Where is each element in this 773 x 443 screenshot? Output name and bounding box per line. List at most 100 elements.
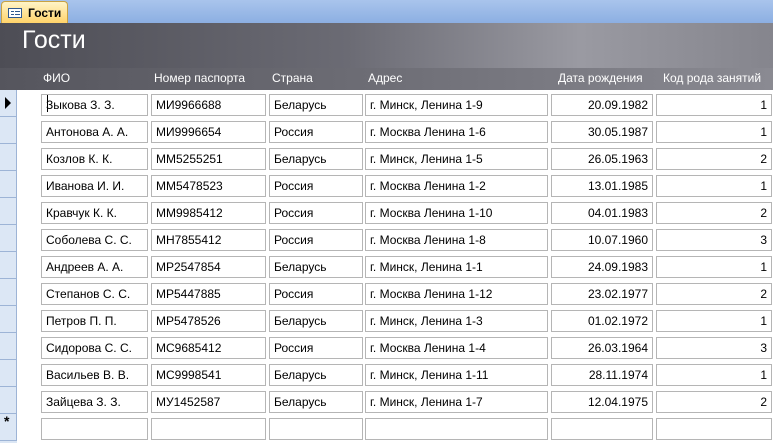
field-country[interactable]: Беларусь — [269, 391, 363, 413]
field-fio[interactable]: Соболева С. С. — [41, 229, 148, 251]
field-occupation[interactable]: 2 — [656, 148, 772, 170]
record-selector[interactable] — [0, 333, 17, 360]
field-birthdate[interactable]: 28.11.1974 — [551, 364, 653, 386]
field-address[interactable]: г. Москва Ленина 1-6 — [365, 121, 548, 143]
field-passport[interactable]: МР5447885 — [151, 283, 266, 305]
field-country[interactable]: Россия — [269, 121, 363, 143]
field-passport[interactable]: МР5478526 — [151, 310, 266, 332]
field-passport[interactable]: МИ9966688 — [151, 94, 266, 116]
field-address[interactable]: г. Минск, Ленина 1-9 — [365, 94, 548, 116]
field-fio[interactable] — [41, 418, 148, 440]
field-address[interactable]: г. Москва Ленина 1-10 — [365, 202, 548, 224]
form-icon — [8, 8, 22, 18]
field-address[interactable] — [365, 418, 548, 440]
column-header-birthdate: Дата рождения — [558, 71, 643, 85]
record-selector[interactable] — [0, 279, 17, 306]
field-fio[interactable]: Кравчук К. К. — [41, 202, 148, 224]
field-occupation[interactable]: 1 — [656, 121, 772, 143]
field-passport[interactable]: ММ9985412 — [151, 202, 266, 224]
field-birthdate[interactable]: 24.09.1983 — [551, 256, 653, 278]
current-record-arrow-icon — [5, 97, 11, 109]
field-country[interactable]: Россия — [269, 202, 363, 224]
field-address[interactable]: г. Москва Ленина 1-8 — [365, 229, 548, 251]
field-address[interactable]: г. Москва Ленина 1-2 — [365, 175, 548, 197]
field-occupation[interactable]: 1 — [656, 175, 772, 197]
record-selector[interactable] — [0, 144, 17, 171]
record-selector[interactable] — [0, 360, 17, 387]
field-birthdate[interactable]: 26.03.1964 — [551, 337, 653, 359]
new-record-selector[interactable]: * — [0, 414, 17, 441]
column-header-country: Страна — [272, 71, 313, 85]
field-occupation[interactable]: 3 — [656, 229, 772, 251]
field-country[interactable]: Беларусь — [269, 256, 363, 278]
field-occupation[interactable]: 2 — [656, 391, 772, 413]
field-birthdate[interactable]: 12.04.1975 — [551, 391, 653, 413]
record-selector[interactable] — [0, 225, 17, 252]
field-occupation[interactable]: 2 — [656, 202, 772, 224]
field-fio[interactable]: Андреев А. А. — [41, 256, 148, 278]
field-country[interactable] — [269, 418, 363, 440]
field-fio[interactable]: Зыкова З. З. — [41, 94, 148, 116]
record-selector[interactable] — [0, 306, 17, 333]
field-passport[interactable]: МС9998541 — [151, 364, 266, 386]
field-occupation[interactable]: 1 — [656, 364, 772, 386]
field-occupation[interactable]: 1 — [656, 256, 772, 278]
field-passport[interactable]: МН7855412 — [151, 229, 266, 251]
field-country[interactable]: Беларусь — [269, 364, 363, 386]
field-fio[interactable]: Петров П. П. — [41, 310, 148, 332]
column-header-passport: Номер паспорта — [154, 71, 246, 85]
record-selector[interactable] — [0, 90, 17, 117]
field-country[interactable]: Россия — [269, 283, 363, 305]
record-selector[interactable] — [0, 117, 17, 144]
field-passport[interactable]: ММ5255251 — [151, 148, 266, 170]
field-address[interactable]: г. Минск, Ленина 1-7 — [365, 391, 548, 413]
field-address[interactable]: г. Москва Ленина 1-12 — [365, 283, 548, 305]
field-passport[interactable]: МС9685412 — [151, 337, 266, 359]
field-passport[interactable] — [151, 418, 266, 440]
field-occupation[interactable]: 1 — [656, 94, 772, 116]
form-header: Гости — [0, 23, 773, 68]
field-birthdate[interactable]: 10.07.1960 — [551, 229, 653, 251]
field-passport[interactable]: ММ5478523 — [151, 175, 266, 197]
field-birthdate[interactable]: 23.02.1977 — [551, 283, 653, 305]
field-fio[interactable]: Зайцева З. З. — [41, 391, 148, 413]
record-selector[interactable] — [0, 252, 17, 279]
field-birthdate[interactable]: 01.02.1972 — [551, 310, 653, 332]
field-passport[interactable]: МУ1452587 — [151, 391, 266, 413]
field-birthdate[interactable]: 13.01.1985 — [551, 175, 653, 197]
field-occupation[interactable]: 1 — [656, 310, 772, 332]
field-occupation[interactable] — [656, 418, 772, 440]
field-country[interactable]: Беларусь — [269, 310, 363, 332]
field-birthdate[interactable]: 26.05.1963 — [551, 148, 653, 170]
field-passport[interactable]: МИ9996654 — [151, 121, 266, 143]
field-address[interactable]: г. Минск, Ленина 1-1 — [365, 256, 548, 278]
field-occupation[interactable]: 3 — [656, 337, 772, 359]
field-address[interactable]: г. Москва Ленина 1-4 — [365, 337, 548, 359]
field-birthdate[interactable]: 20.09.1982 — [551, 94, 653, 116]
column-headers: ФИО Номер паспорта Страна Адрес Дата рож… — [0, 68, 773, 90]
field-passport[interactable]: МР2547854 — [151, 256, 266, 278]
field-address[interactable]: г. Минск, Ленина 1-11 — [365, 364, 548, 386]
field-address[interactable]: г. Минск, Ленина 1-5 — [365, 148, 548, 170]
tab-guests[interactable]: Гости — [1, 1, 68, 23]
record-selector[interactable] — [0, 171, 17, 198]
field-fio[interactable]: Антонова А. А. — [41, 121, 148, 143]
field-country[interactable]: Россия — [269, 337, 363, 359]
record-selector[interactable] — [0, 198, 17, 225]
field-country[interactable]: Россия — [269, 175, 363, 197]
field-country[interactable]: Беларусь — [269, 94, 363, 116]
field-fio[interactable]: Козлов К. К. — [41, 148, 148, 170]
field-fio[interactable]: Иванова И. И. — [41, 175, 148, 197]
field-fio[interactable]: Васильев В. В. — [41, 364, 148, 386]
column-header-address: Адрес — [368, 71, 403, 85]
field-birthdate[interactable]: 30.05.1987 — [551, 121, 653, 143]
field-address[interactable]: г. Минск, Ленина 1-3 — [365, 310, 548, 332]
field-birthdate[interactable] — [551, 418, 653, 440]
field-fio[interactable]: Степанов С. С. — [41, 283, 148, 305]
field-occupation[interactable]: 2 — [656, 283, 772, 305]
field-fio[interactable]: Сидорова С. С. — [41, 337, 148, 359]
field-country[interactable]: Россия — [269, 229, 363, 251]
field-birthdate[interactable]: 04.01.1983 — [551, 202, 653, 224]
record-selector[interactable] — [0, 387, 17, 414]
field-country[interactable]: Беларусь — [269, 148, 363, 170]
